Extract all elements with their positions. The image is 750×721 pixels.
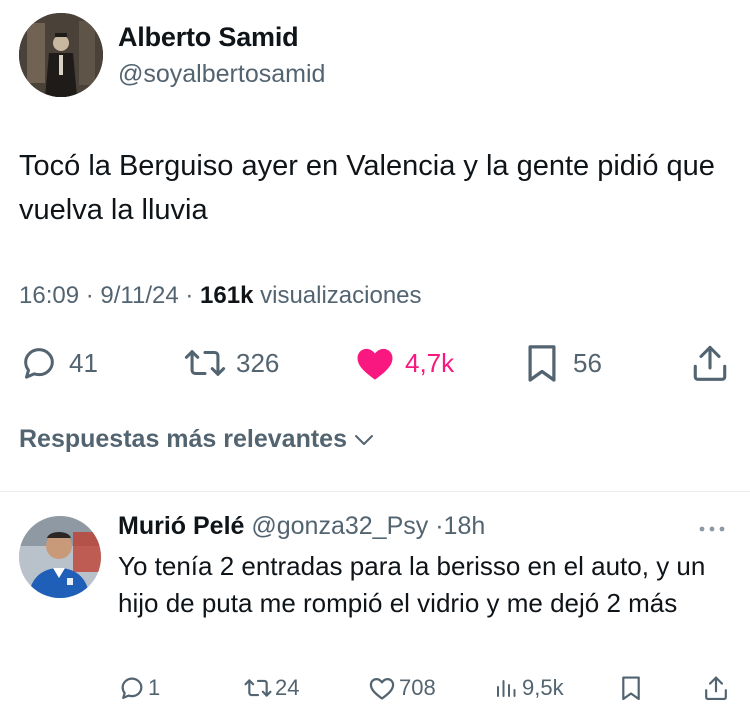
reply-icon	[121, 677, 143, 700]
author-name[interactable]: Alberto Samid	[118, 22, 299, 53]
replies-sort-dropdown[interactable]: Respuestas más relevantes	[19, 425, 375, 454]
retweet-button[interactable]: 326	[184, 342, 279, 384]
reply-bookmark-button[interactable]	[620, 672, 642, 704]
divider	[0, 491, 750, 492]
reply-like-button[interactable]: 708	[368, 672, 436, 704]
views-count: 161k	[200, 282, 254, 309]
reply-share-button[interactable]	[704, 672, 728, 704]
tweet-detail-page: Alberto Samid @soyalbertosamid Tocó la B…	[0, 0, 750, 721]
reply-like-count: 708	[399, 675, 436, 700]
author-avatar-image	[19, 13, 103, 97]
reply-author-handle[interactable]: @gonza32_Psy	[251, 512, 428, 540]
reply-retweet-button[interactable]: 24	[243, 672, 299, 704]
reply-time[interactable]: 18h	[444, 512, 486, 540]
reply-retweet-count: 24	[275, 675, 300, 700]
retweet-icon	[244, 679, 272, 697]
retweet-icon	[184, 350, 226, 376]
reply-text: Yo tenía 2 entradas para la berisso en e…	[118, 551, 706, 618]
reply-author-name[interactable]: Murió Pelé	[118, 512, 244, 540]
heart-filled-icon	[357, 348, 393, 380]
reply-views-button[interactable]: 9,5k	[494, 672, 564, 704]
more-button[interactable]	[697, 521, 727, 539]
share-icon	[705, 676, 727, 700]
author-handle[interactable]: @soyalbertosamid	[118, 60, 325, 89]
author-avatar[interactable]	[19, 13, 103, 97]
reply-author-avatar[interactable]	[19, 516, 101, 598]
views-chart-icon	[497, 680, 516, 697]
reply-reply-button[interactable]: 1	[118, 672, 160, 704]
replies-sort-label: Respuestas más relevantes	[19, 425, 347, 453]
chevron-down-icon	[354, 434, 373, 445]
views-label: visualizaciones	[260, 282, 422, 309]
reply-count: 41	[69, 347, 98, 378]
tweet-text: Tocó la Berguiso ayer en Valencia y la g…	[19, 150, 715, 226]
meta-separator: ·	[185, 282, 201, 309]
reply-header: Murió Pelé @gonza32_Psy ·18h	[118, 512, 485, 541]
more-icon	[699, 526, 725, 532]
reply-button[interactable]: 41	[19, 342, 98, 384]
tweet-date[interactable]: 9/11/24	[100, 282, 178, 309]
reply-icon	[24, 348, 54, 379]
bookmark-count: 56	[573, 347, 602, 378]
share-button[interactable]	[692, 342, 728, 384]
bookmark-icon	[528, 345, 556, 382]
like-count: 4,7k	[405, 347, 455, 378]
retweet-count: 326	[236, 347, 280, 378]
bookmark-button[interactable]: 56	[525, 342, 602, 384]
reply-avatar-image	[19, 516, 101, 598]
like-button[interactable]: 4,7k	[355, 342, 454, 384]
meta-separator: ·	[85, 282, 101, 309]
meta-separator: ·	[435, 512, 444, 540]
tweet-meta: 16:09 · 9/11/24 · 161k visualizaciones	[19, 282, 422, 310]
reply-views-count: 9,5k	[522, 675, 564, 700]
tweet-time[interactable]: 16:09	[19, 282, 79, 309]
bookmark-icon	[622, 676, 640, 701]
heart-icon	[369, 678, 395, 700]
reply-reply-count: 1	[148, 675, 161, 700]
share-icon	[693, 345, 727, 381]
